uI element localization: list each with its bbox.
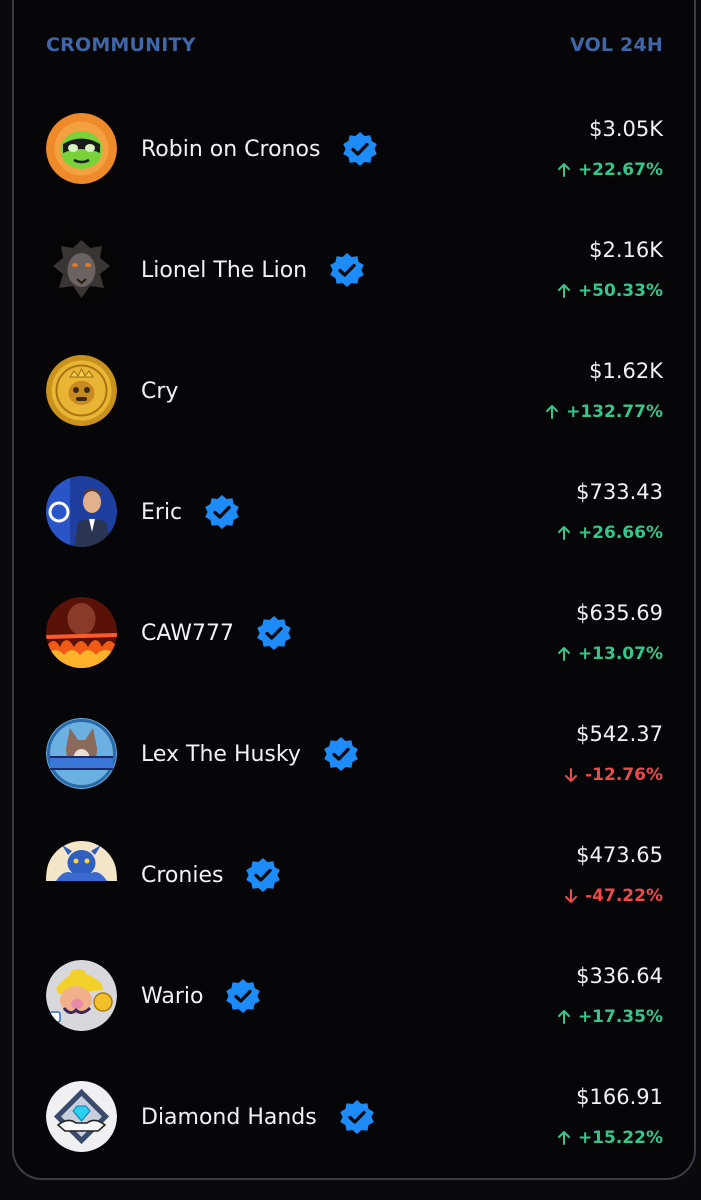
change-percent: +50.33% (577, 281, 663, 301)
name-wrap: Eric (141, 494, 240, 530)
name-wrap: CAW777 (141, 615, 292, 651)
list-item[interactable]: Lionel The Lion $2.16K +50.33% (0, 209, 701, 330)
verified-badge-icon (226, 979, 261, 1013)
volume-value: $1.62K (589, 359, 663, 383)
change-percent: +26.66% (577, 523, 663, 543)
list-item[interactable]: Wario $336.64 +17.35% (0, 935, 701, 1056)
verified-badge-icon (257, 616, 291, 650)
change-percent: -47.22% (585, 886, 663, 906)
arrow-up-icon (557, 526, 570, 540)
list-item[interactable]: Cronies $473.65 -47.22% (0, 814, 701, 935)
volume-value: $733.43 (576, 480, 663, 504)
arrow-up-icon (546, 405, 559, 419)
arrow-up-icon (557, 647, 570, 661)
verified-badge-icon (339, 1100, 374, 1134)
list-item[interactable]: CAW777 $635.69 +13.07% (0, 572, 701, 693)
name-wrap: Cronies (141, 857, 281, 893)
change-percent: +132.77% (566, 402, 663, 422)
man-in-suit-avatar (46, 476, 117, 547)
change-value: +26.66% (556, 523, 663, 543)
community-name: CAW777 (141, 620, 234, 646)
name-wrap: Robin on Cronos (141, 131, 378, 167)
list-item[interactable]: Diamond Hands $166.91 +15.22% (0, 1056, 701, 1177)
diamond-hands-avatar (46, 1081, 117, 1152)
name-wrap: Wario (141, 978, 261, 1014)
change-value: +15.22% (556, 1128, 663, 1148)
list-item[interactable]: Lex The Husky $542.37 -12.76% (0, 693, 701, 814)
volume-value: $635.69 (576, 601, 663, 625)
verified-badge-icon (330, 253, 364, 287)
community-column-header: CROMMUNITY (46, 34, 196, 56)
change-value: +22.67% (556, 160, 663, 180)
verified-badge-icon (324, 737, 358, 771)
change-percent: -12.76% (585, 765, 663, 785)
volume-value: $166.91 (576, 1085, 663, 1109)
arrow-up-icon (557, 1010, 570, 1024)
change-percent: +15.22% (577, 1128, 663, 1148)
list-item[interactable]: Eric $733.43 +26.66% (0, 451, 701, 572)
name-wrap: Lionel The Lion (141, 252, 365, 288)
arrow-up-icon (557, 1131, 570, 1145)
verified-badge-icon (343, 132, 378, 166)
change-value: -12.76% (563, 765, 663, 785)
change-percent: +17.35% (577, 1007, 663, 1027)
arrow-down-icon (565, 768, 578, 782)
name-wrap: Cry (141, 373, 178, 409)
list-header: CROMMUNITY VOL 24H (0, 30, 701, 60)
community-name: Eric (141, 499, 183, 525)
community-name: Cronies (141, 862, 224, 888)
change-value: +50.33% (556, 281, 663, 301)
name-wrap: Diamond Hands (141, 1099, 375, 1135)
volume-value: $3.05K (589, 117, 663, 141)
community-name: Lex The Husky (141, 741, 301, 767)
name-wrap: Lex The Husky (141, 736, 359, 772)
arrow-down-icon (565, 889, 578, 903)
community-name: Wario (141, 983, 204, 1009)
change-value: +132.77% (544, 402, 663, 422)
change-value: +17.35% (556, 1007, 663, 1027)
blue-monster-avatar (46, 841, 117, 881)
arrow-up-icon (557, 284, 570, 298)
volume-value: $542.37 (576, 722, 663, 746)
list-item[interactable]: Robin on Cronos $3.05K +22.67% (0, 88, 701, 209)
volume-value: $473.65 (576, 843, 663, 867)
gold-coin-avatar (46, 355, 117, 426)
volume-column-header: VOL 24H (570, 34, 663, 56)
arrow-up-icon (557, 163, 570, 177)
change-value: -47.22% (563, 886, 663, 906)
community-name: Cry (141, 378, 179, 404)
community-name: Robin on Cronos (141, 136, 321, 162)
volume-value: $2.16K (589, 238, 663, 262)
husky-avatar (46, 718, 117, 789)
list-item[interactable]: Cry $1.62K +132.77% (0, 330, 701, 451)
fire-avatar (46, 597, 117, 668)
change-percent: +13.07% (577, 644, 663, 664)
community-name: Lionel The Lion (141, 257, 308, 283)
community-name: Diamond Hands (141, 1104, 317, 1130)
change-value: +13.07% (556, 644, 663, 664)
lion-avatar (46, 234, 117, 305)
wario-avatar (46, 960, 117, 1031)
green-masked-face-avatar (46, 113, 117, 184)
verified-badge-icon (246, 858, 281, 892)
verified-badge-icon (205, 495, 239, 529)
change-percent: +22.67% (577, 160, 663, 180)
volume-value: $336.64 (576, 964, 663, 988)
